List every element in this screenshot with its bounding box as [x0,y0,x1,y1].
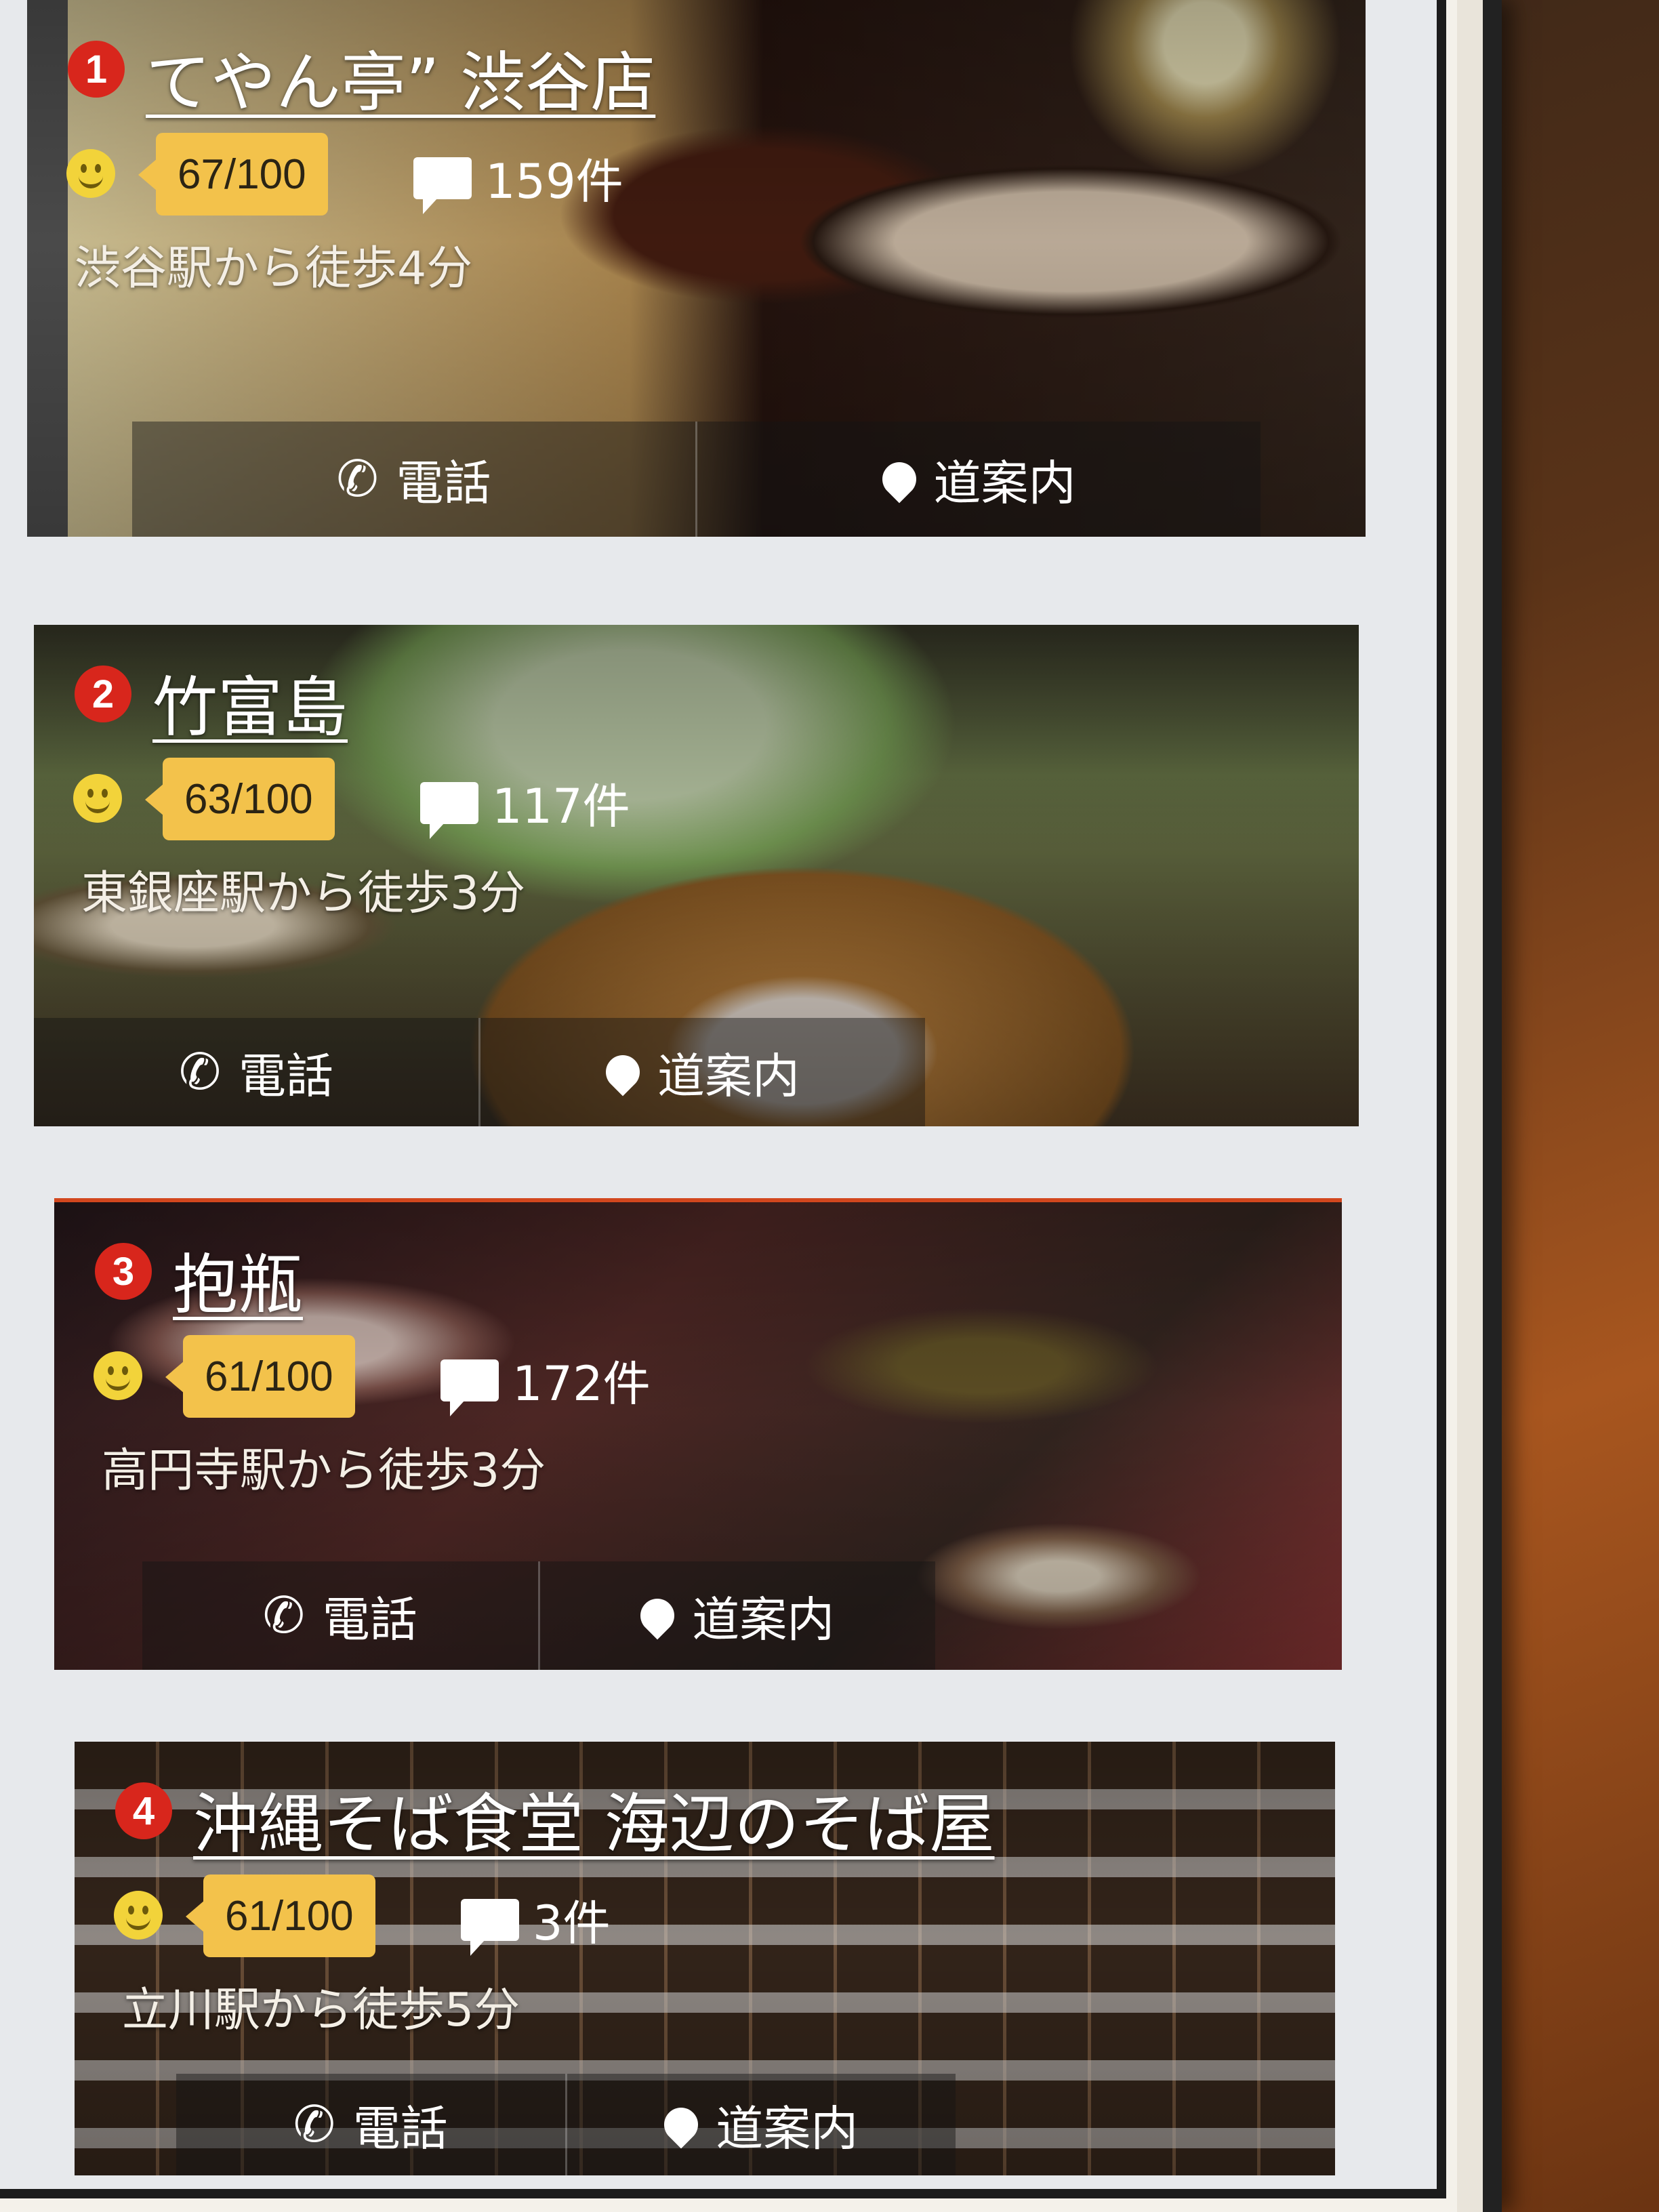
review-count-label: 172件 [512,1356,651,1412]
phone-icon: ✆ [336,450,379,508]
phone-frame: 1 てやん亭” 渋谷店 67/100 159件 渋谷駅から徒歩4分 ✆ 電話 道… [0,0,1483,2212]
speech-bubble-icon [461,1898,519,1956]
directions-label: 道案内 [692,1591,835,1647]
directions-button[interactable]: 道案内 [565,2074,956,2175]
review-count-label: 3件 [533,1896,611,1951]
phone-icon: ✆ [262,1586,305,1645]
call-label: 電話 [396,455,491,511]
speech-bubble-icon [413,157,472,214]
score-tag: 61/100 [186,1875,375,1957]
smiley-icon [94,1351,142,1400]
restaurant-card[interactable]: 2 竹富島 63/100 117件 東銀座駅から徒歩3分 ✆ 電話 道案内 [34,625,1359,1126]
rank-badge: 2 [75,665,131,722]
smiley-icon [73,774,122,823]
directions-label: 道案内 [933,455,1076,511]
call-button[interactable]: ✆ 電話 [176,2074,565,2175]
access-info: 渋谷駅から徒歩4分 [75,242,473,295]
smiley-icon [66,149,115,198]
call-label: 電話 [322,1591,417,1647]
directions-button[interactable]: 道案内 [537,1561,936,1670]
directions-button[interactable]: 道案内 [695,422,1261,537]
review-count-label: 117件 [492,779,630,834]
review-count[interactable]: 3件 [461,1885,611,1956]
map-pin-icon [598,1048,647,1097]
call-button[interactable]: ✆ 電話 [142,1561,538,1670]
smiley-icon [114,1891,163,1940]
review-count-label: 159件 [485,154,623,209]
speech-bubble-icon [420,781,478,839]
access-info: 高円寺駅から徒歩3分 [102,1444,546,1498]
directions-label: 道案内 [657,1048,800,1104]
directions-button[interactable]: 道案内 [478,1018,925,1126]
access-info: 東銀座駅から徒歩3分 [81,867,526,920]
restaurant-name-link[interactable]: 竹富島 [152,655,348,749]
map-pin-icon [657,2100,705,2149]
speech-bubble-icon [441,1359,499,1416]
access-info: 立川駅から徒歩5分 [122,1984,520,2037]
review-count[interactable]: 172件 [441,1346,651,1416]
phone-icon: ✆ [178,1043,221,1101]
restaurant-name-link[interactable]: てやん亭” 渋谷店 [146,30,655,124]
restaurant-list: 1 てやん亭” 渋谷店 67/100 159件 渋谷駅から徒歩4分 ✆ 電話 道… [0,0,1446,2198]
action-bar: ✆ 電話 道案内 [34,1018,925,1126]
map-pin-icon [875,455,923,504]
call-button[interactable]: ✆ 電話 [34,1018,478,1126]
review-count[interactable]: 159件 [413,144,623,214]
restaurant-name-link[interactable]: 沖縄そば食堂 海辺のそば屋 [193,1771,995,1866]
rank-badge: 1 [68,41,125,98]
call-label: 電話 [239,1048,333,1104]
review-count[interactable]: 117件 [420,769,630,839]
score-tag: 67/100 [138,133,328,216]
directions-label: 道案内 [716,2100,859,2156]
restaurant-name-link[interactable]: 抱瓶 [173,1232,303,1326]
action-bar: ✆ 電話 道案内 [132,422,1261,537]
map-pin-icon [633,1591,682,1640]
phone-icon: ✆ [293,2095,335,2154]
score-tag: 61/100 [165,1335,355,1418]
call-label: 電話 [352,2100,448,2156]
restaurant-card[interactable]: 1 てやん亭” 渋谷店 67/100 159件 渋谷駅から徒歩4分 ✆ 電話 道… [27,0,1366,537]
restaurant-card[interactable]: 4 沖縄そば食堂 海辺のそば屋 61/100 3件 立川駅から徒歩5分 ✆ 電話… [75,1742,1335,2175]
action-bar: ✆ 電話 道案内 [176,2074,956,2175]
rank-badge: 3 [95,1243,152,1300]
restaurant-card[interactable]: 3 抱瓶 61/100 172件 高円寺駅から徒歩3分 ✆ 電話 道案内 [54,1198,1342,1670]
rank-badge: 4 [115,1782,172,1839]
action-bar: ✆ 電話 道案内 [142,1561,935,1670]
score-tag: 63/100 [145,758,335,840]
call-button[interactable]: ✆ 電話 [132,422,695,537]
